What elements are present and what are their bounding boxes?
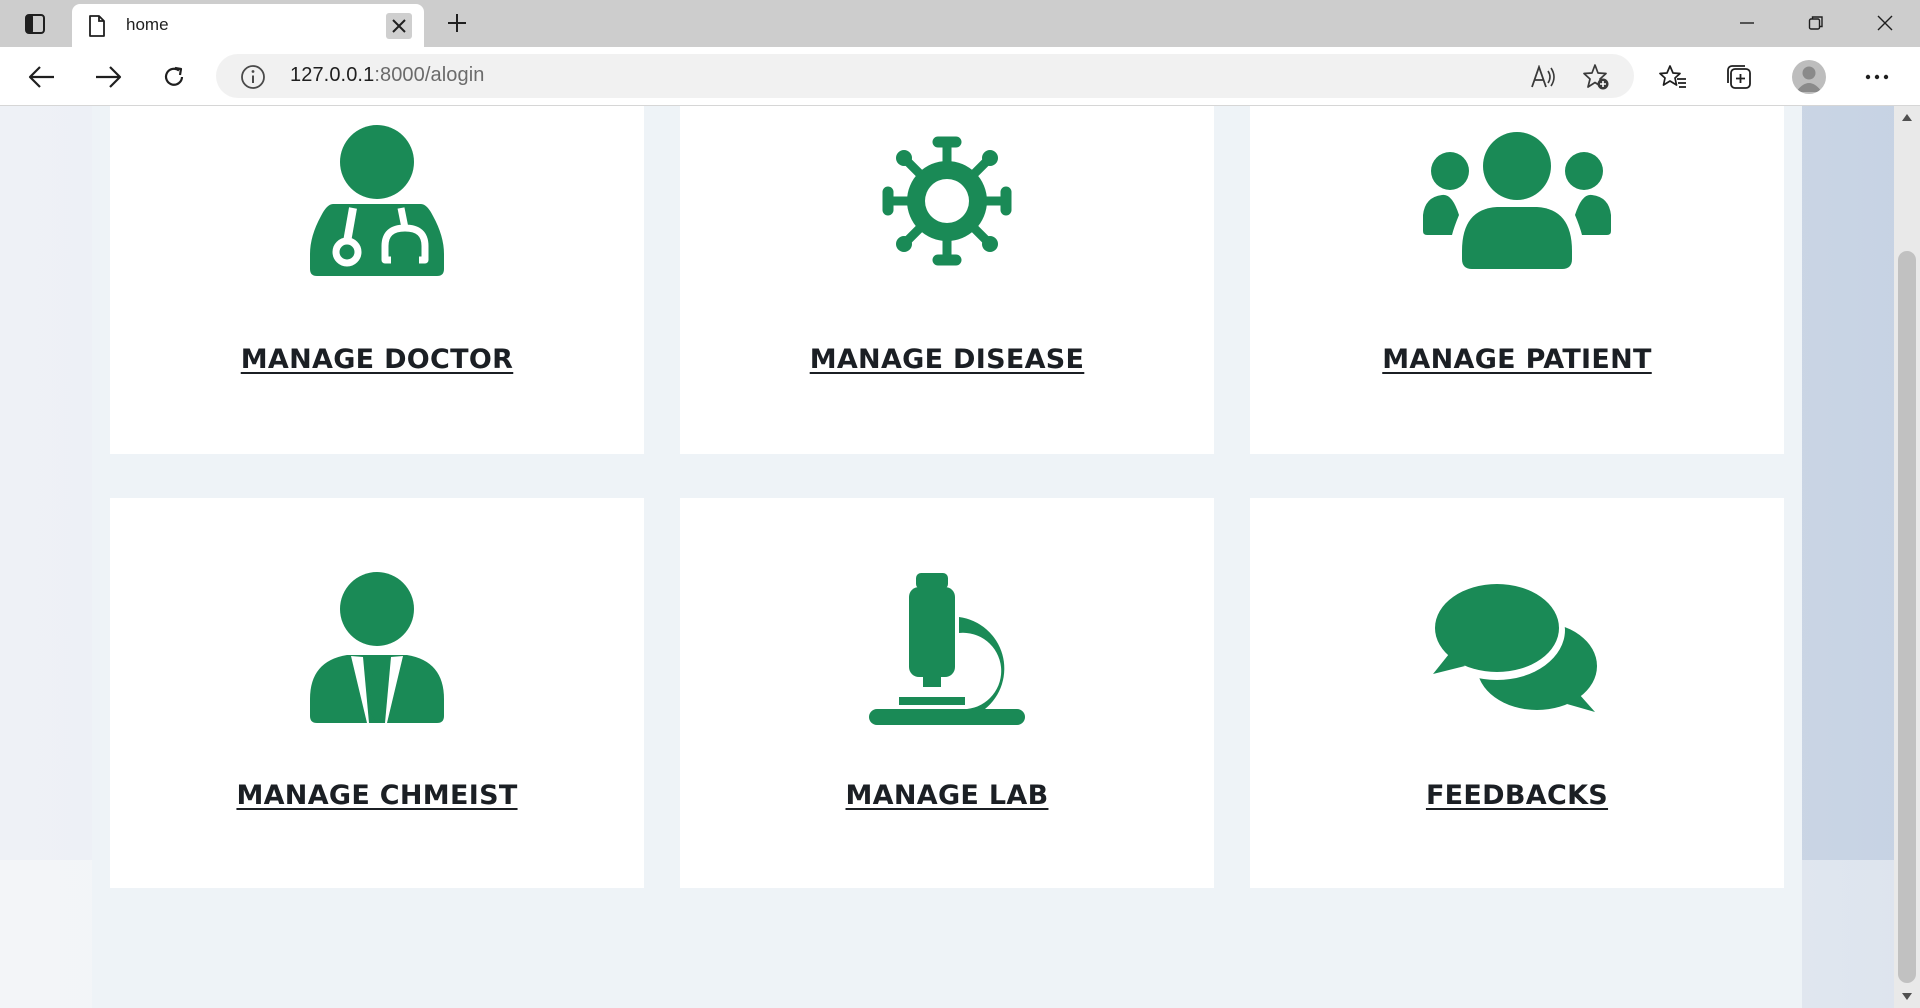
doctor-icon [110,121,644,281]
favorites-icon[interactable] [1656,60,1690,94]
manage-doctor-card[interactable]: MANAGE DOCTOR [110,106,644,454]
scroll-down-arrow-icon[interactable] [1894,986,1920,1008]
more-icon[interactable] [1860,60,1894,94]
profile-avatar-icon[interactable] [1792,60,1826,94]
window-close-icon[interactable] [1862,8,1908,38]
forward-arrow-icon[interactable] [90,59,126,95]
users-icon [1250,121,1784,281]
active-tab[interactable]: home [72,4,424,47]
manage-chemist-card[interactable]: MANAGE CHMEIST [110,498,644,888]
read-aloud-icon[interactable] [1530,63,1558,91]
manage-disease-card[interactable]: MANAGE DISEASE [680,106,1214,454]
refresh-icon[interactable] [156,59,192,95]
scroll-up-arrow-icon[interactable] [1894,106,1920,128]
card-label[interactable]: MANAGE CHMEIST [110,780,644,811]
card-label[interactable]: FEEDBACKS [1250,780,1784,811]
card-label[interactable]: MANAGE DOCTOR [110,344,644,375]
scrollbar-thumb[interactable] [1898,251,1916,983]
plus-icon[interactable] [440,8,474,38]
collections-icon[interactable] [1722,60,1756,94]
feedbacks-card[interactable]: FEEDBACKS [1250,498,1784,888]
url-text: 127.0.0.1:8000/alogin [290,64,485,87]
tab-actions-icon[interactable] [16,10,54,38]
manage-lab-card[interactable]: MANAGE LAB [680,498,1214,888]
restore-icon[interactable] [1793,8,1839,38]
info-icon[interactable] [240,64,266,94]
microscope-icon [680,568,1214,728]
user-tie-icon [110,568,644,728]
card-label[interactable]: MANAGE LAB [680,780,1214,811]
manage-patient-card[interactable]: MANAGE PATIENT [1250,106,1784,454]
url-path: :8000/alogin [374,64,485,86]
dashboard-content: MANAGE DOCTOR MANAGE DISEASE MANAGE PATI… [92,106,1802,1008]
back-arrow-icon[interactable] [24,59,60,95]
card-label[interactable]: MANAGE PATIENT [1250,344,1784,375]
comments-icon [1250,568,1784,728]
page-icon [88,15,106,41]
tab-title: home [126,15,169,34]
vertical-scrollbar[interactable] [1894,106,1920,1008]
tab-strip: home [0,0,1920,47]
address-bar[interactable]: 127.0.0.1:8000/alogin [216,54,1634,98]
browser-toolbar: 127.0.0.1:8000/alogin [0,47,1920,106]
url-host: 127.0.0.1 [290,64,375,86]
page-viewport: MANAGE DOCTOR MANAGE DISEASE MANAGE PATI… [0,106,1920,1008]
add-favorite-icon[interactable] [1582,63,1610,91]
virus-icon [680,121,1214,281]
close-icon[interactable] [386,13,412,39]
minimize-icon[interactable] [1724,8,1770,38]
card-label[interactable]: MANAGE DISEASE [680,344,1214,375]
